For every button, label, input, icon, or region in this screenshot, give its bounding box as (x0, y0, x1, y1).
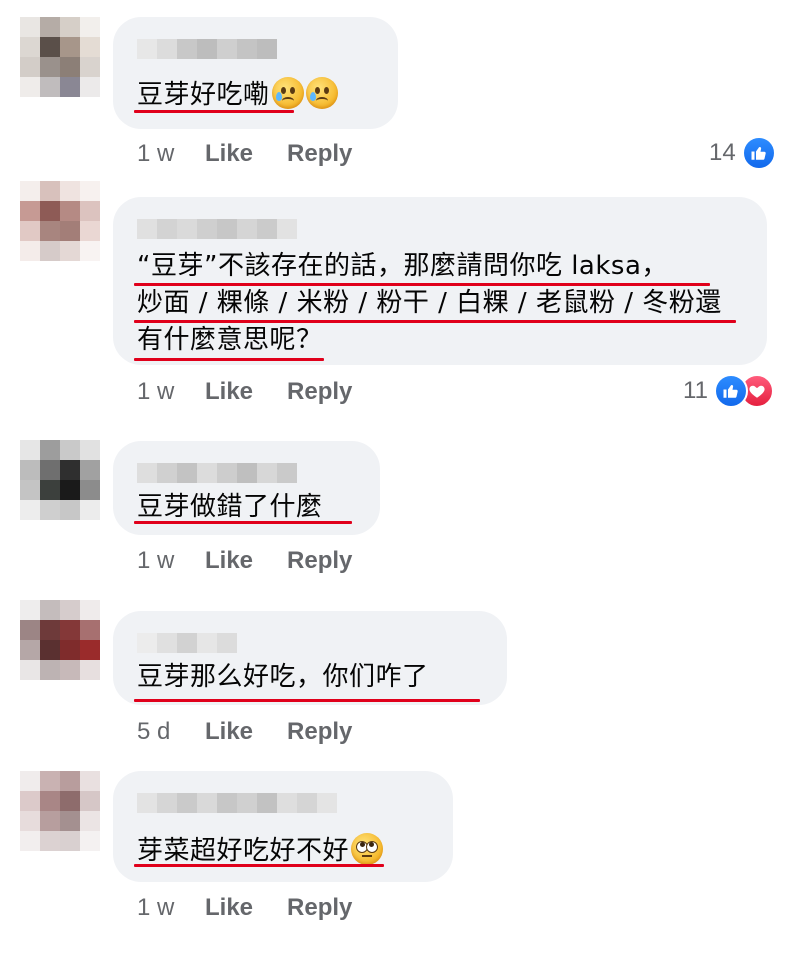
avatar[interactable] (20, 181, 100, 261)
comment-text-line: 豆芽好吃嘞 (137, 80, 270, 110)
author-name-redacted[interactable] (137, 793, 337, 813)
comment-text: 豆芽好吃嘞 (137, 77, 338, 112)
reply-button[interactable]: Reply (287, 894, 352, 922)
reply-button[interactable]: Reply (287, 547, 352, 575)
author-name-redacted[interactable] (137, 633, 237, 653)
reaction-count: 14 (709, 139, 736, 166)
reaction-summary[interactable]: 14 (709, 136, 776, 170)
face-with-rolling-eyes-icon (351, 833, 384, 865)
like-button[interactable]: Like (205, 378, 253, 406)
comment-bubble: “豆芽”不該存在的話，那麼請問你吃 laksa， 炒面 / 粿條 / 米粉 / … (113, 197, 767, 365)
timestamp[interactable]: 1 w (137, 547, 205, 575)
comment-actions: 1 w Like Reply (137, 140, 386, 168)
comment-text-line: 芽菜超好吃好不好 (137, 836, 350, 866)
like-button[interactable]: Like (205, 140, 253, 168)
avatar[interactable] (20, 600, 100, 680)
reply-button[interactable]: Reply (287, 378, 352, 406)
crying-face-icon (305, 77, 338, 109)
comment-text-line: “豆芽”不該存在的話，那麼請問你吃 laksa， (137, 251, 668, 281)
comment-actions: 5 d Like Reply (137, 718, 386, 746)
reaction-summary[interactable]: 11 (683, 374, 774, 408)
comment-bubble: 豆芽那么好吃，你们咋了 (113, 611, 507, 705)
like-button[interactable]: Like (205, 547, 253, 575)
avatar[interactable] (20, 771, 100, 851)
comment-text-line: 豆芽那么好吃，你们咋了 (137, 662, 429, 692)
like-button[interactable]: Like (205, 894, 253, 922)
like-reaction-icon (741, 136, 776, 170)
avatar[interactable] (20, 440, 100, 520)
comment-text-line: 豆芽做錯了什麼 (137, 492, 323, 522)
comment-text-line: 有什麼意思呢？ (137, 325, 323, 355)
red-underline (134, 358, 324, 361)
reaction-count: 11 (683, 377, 708, 404)
comment-actions: 1 w Like Reply (137, 894, 386, 922)
red-underline (134, 320, 736, 323)
timestamp[interactable]: 1 w (137, 140, 205, 168)
reply-button[interactable]: Reply (287, 718, 352, 746)
red-underline (134, 521, 352, 524)
author-name-redacted[interactable] (137, 463, 297, 483)
timestamp[interactable]: 1 w (137, 894, 205, 922)
timestamp[interactable]: 5 d (137, 718, 205, 746)
red-underline (134, 110, 294, 113)
crying-face-icon (271, 77, 304, 109)
avatar[interactable] (20, 17, 100, 97)
red-underline (134, 283, 710, 286)
red-underline (134, 699, 480, 702)
comment-actions: 1 w Like Reply (137, 378, 386, 406)
red-underline (134, 864, 384, 867)
comment-actions: 1 w Like Reply (137, 547, 386, 575)
comment-text: 芽菜超好吃好不好 (137, 833, 384, 868)
comment-text-line: 炒面 / 粿條 / 米粉 / 粉干 / 白粿 / 老鼠粉 / 冬粉還 (137, 288, 722, 318)
like-button[interactable]: Like (205, 718, 253, 746)
author-name-redacted[interactable] (137, 219, 297, 239)
author-name-redacted[interactable] (137, 39, 277, 59)
like-reaction-icon (713, 374, 748, 408)
reply-button[interactable]: Reply (287, 140, 352, 168)
timestamp[interactable]: 1 w (137, 378, 205, 406)
